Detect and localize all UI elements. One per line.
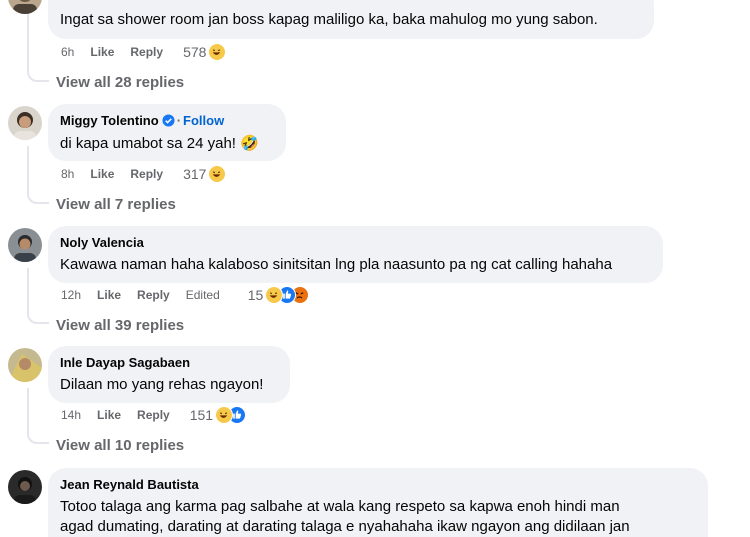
- thread-line: [27, 268, 29, 312]
- author-name[interactable]: Miggy Tolentino: [60, 113, 159, 128]
- edited-label: Edited: [185, 288, 220, 302]
- view-replies-link[interactable]: View all 10 replies: [56, 437, 184, 454]
- reply-button[interactable]: Reply: [137, 408, 170, 422]
- thread-elbow: [27, 310, 49, 324]
- comment-meta: 14h Like Reply 151: [61, 405, 247, 425]
- like-button[interactable]: Like: [97, 408, 121, 422]
- haha-icon[interactable]: [208, 165, 227, 183]
- comment-meta: 6h Like Reply 578: [61, 42, 227, 62]
- comment-bubble: Ingat sa shower room jan boss kapag mali…: [48, 0, 654, 39]
- avatar[interactable]: [8, 0, 42, 14]
- verified-badge-icon: [162, 114, 175, 131]
- comment-text: Totoo talaga ang karma pag salbahe at wa…: [60, 498, 620, 515]
- thread-elbow: [27, 68, 49, 82]
- avatar[interactable]: [8, 106, 42, 140]
- comment-author: Miggy Tolentino · Follow: [60, 112, 274, 131]
- reaction-count[interactable]: 578: [183, 44, 206, 60]
- comment-time[interactable]: 8h: [61, 167, 74, 181]
- comment-author[interactable]: Noly Valencia: [60, 234, 144, 251]
- haha-icon[interactable]: [215, 406, 234, 424]
- comment-bubble: Jean Reynald Bautista Totoo talaga ang k…: [48, 468, 708, 537]
- comment-bubble: Noly Valencia Kawawa naman haha kalaboso…: [48, 226, 663, 283]
- view-replies-link[interactable]: View all 7 replies: [56, 196, 176, 213]
- reply-button[interactable]: Reply: [137, 288, 170, 302]
- reaction-count[interactable]: 15: [248, 287, 264, 303]
- thread-elbow: [27, 430, 49, 444]
- comment-time[interactable]: 14h: [61, 408, 81, 422]
- avatar[interactable]: [8, 470, 42, 504]
- comment-meta: 12h Like Reply Edited 15: [61, 285, 310, 305]
- comment-bubble: Miggy Tolentino · Follow di kapa umabot sa…: [48, 104, 286, 161]
- comment-text: di kapa umabot sa 24 yah! 🤣: [60, 135, 259, 152]
- like-button[interactable]: Like: [97, 288, 121, 302]
- avatar[interactable]: [8, 228, 42, 262]
- reply-button[interactable]: Reply: [130, 167, 163, 181]
- view-replies-link[interactable]: View all 39 replies: [56, 317, 184, 334]
- thread-elbow: [27, 190, 49, 204]
- comment-time[interactable]: 6h: [61, 45, 74, 59]
- comment-time[interactable]: 12h: [61, 288, 81, 302]
- reaction-count[interactable]: 317: [183, 166, 206, 182]
- view-replies-link[interactable]: View all 28 replies: [56, 74, 184, 91]
- comment-text: agad dumating, darating at darating tala…: [60, 518, 630, 535]
- comment-bubble: Inle Dayap Sagabaen Dilaan mo yang rehas…: [48, 346, 290, 403]
- comments-panel: Ingat sa shower room jan boss kapag mali…: [0, 0, 750, 537]
- comment-text: Kawawa naman haha kalaboso sinitsitan ln…: [60, 256, 613, 273]
- thread-line: [27, 388, 29, 432]
- reply-button[interactable]: Reply: [130, 45, 163, 59]
- like-button[interactable]: Like: [90, 167, 114, 181]
- comment-author[interactable]: Inle Dayap Sagabaen: [60, 354, 190, 371]
- follow-button[interactable]: Follow: [183, 113, 224, 128]
- avatar[interactable]: [8, 348, 42, 382]
- like-button[interactable]: Like: [90, 45, 114, 59]
- comment-text: Dilaan mo yang rehas ngayon!: [60, 376, 264, 393]
- thread-line: [27, 146, 29, 192]
- haha-icon[interactable]: [208, 43, 227, 61]
- separator-dot: ·: [176, 113, 182, 128]
- comment-meta: 8h Like Reply 317: [61, 164, 227, 184]
- comment-author[interactable]: Jean Reynald Bautista: [60, 476, 199, 493]
- haha-icon[interactable]: [265, 286, 284, 304]
- reaction-count[interactable]: 151: [190, 407, 213, 423]
- comment-text: Ingat sa shower room jan boss kapag mali…: [60, 11, 598, 28]
